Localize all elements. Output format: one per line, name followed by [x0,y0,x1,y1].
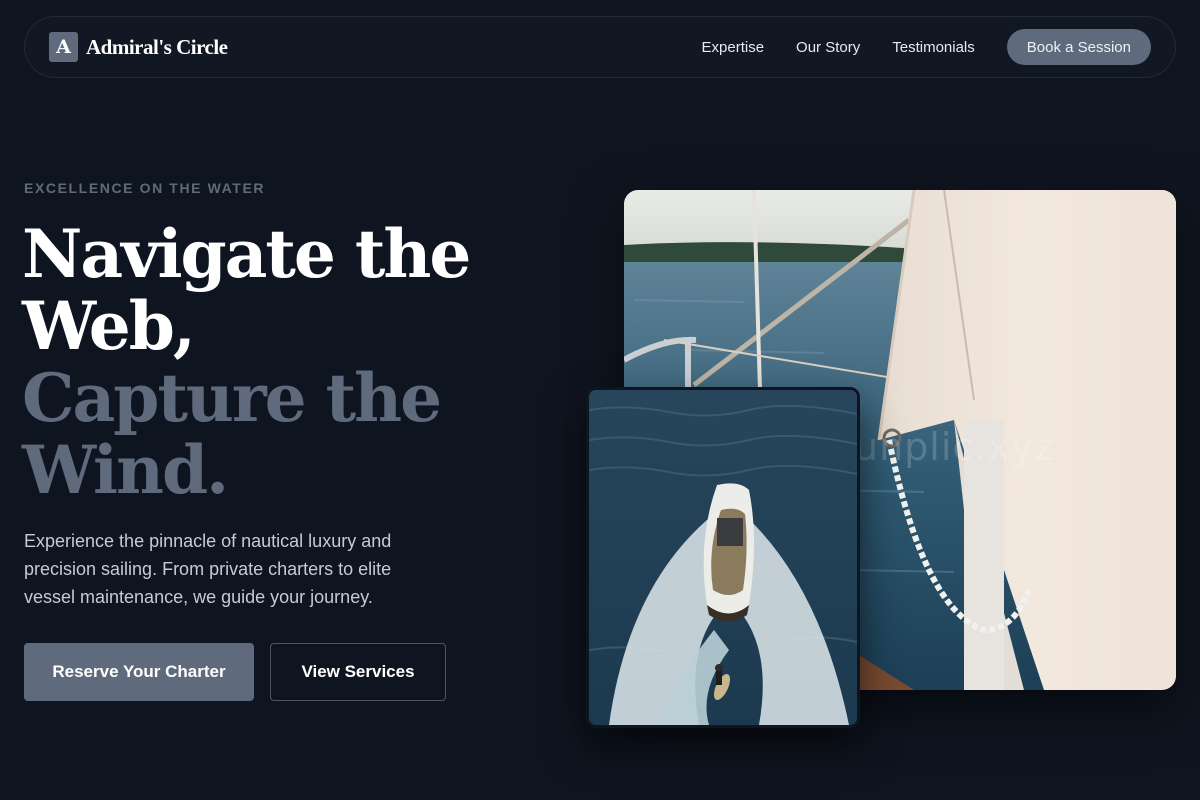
headline-line-4: Wind. [22,431,229,509]
nav-links: Expertise Our Story Testimonials Book a … [702,29,1151,65]
headline-line-2: Web, [22,287,196,365]
page: A Admiral's Circle Expertise Our Story T… [0,0,1200,800]
photo-watermark: unplic.xyz [854,425,1056,469]
headline-line-3: Capture the [22,359,442,437]
brand-name: Admiral's Circle [86,34,228,59]
nav-link-our-story[interactable]: Our Story [796,39,860,56]
reserve-charter-button[interactable]: Reserve Your Charter [24,643,254,701]
view-services-button[interactable]: View Services [270,643,446,701]
top-navbar: A Admiral's Circle Expertise Our Story T… [24,16,1176,78]
nav-link-expertise[interactable]: Expertise [702,39,765,56]
book-session-button[interactable]: Book a Session [1006,29,1151,65]
speedboat-photo-illustration [589,390,857,725]
brand-mark-icon: A [49,32,78,62]
hero-eyebrow: EXCELLENCE ON THE WATER [24,180,266,196]
nav-link-testimonials[interactable]: Testimonials [892,39,975,56]
speedboat-photo [586,387,860,728]
headline-line-1: Navigate the [22,215,471,293]
brand-logo[interactable]: A Admiral's Circle [49,32,228,62]
hero-description: Experience the pinnacle of nautical luxu… [24,531,392,607]
hero-headline: Navigate the Web, Capture the Wind. [22,218,542,506]
